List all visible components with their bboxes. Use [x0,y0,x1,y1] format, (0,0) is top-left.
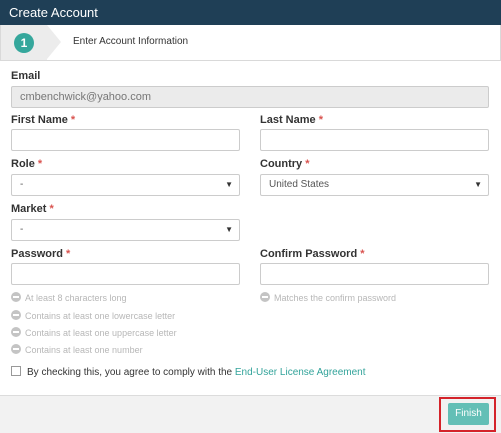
minus-circle-icon [11,292,21,302]
window-title: Create Account [0,0,501,25]
step-label: Enter Account Information [73,36,189,47]
eula-link[interactable]: End-User License Agreement [235,367,366,378]
finish-button[interactable]: Finish [448,403,489,425]
first-name-label: First Name * [11,114,76,126]
chevron-down-icon: ▼ [225,225,233,234]
eula-checkbox[interactable] [11,366,21,376]
market-select[interactable]: - ▼ [11,219,240,241]
country-selected-value: United States [269,179,330,190]
last-name-label: Last Name * [260,114,323,126]
step-indicator: 1 Enter Account Information [0,25,501,61]
country-select[interactable]: United States ▼ [260,174,489,196]
password-rule-lowercase: Contains at least one lowercase letter [11,310,175,321]
role-select[interactable]: - ▼ [11,174,240,196]
confirm-rule-match: Matches the confirm password [260,292,396,303]
password-rule-length: At least 8 characters long [11,292,127,303]
market-label: Market * [11,203,54,215]
password-rule-number: Contains at least one number [11,344,143,355]
chevron-down-icon: ▼ [474,180,482,189]
password-rule-uppercase: Contains at least one uppercase letter [11,327,177,338]
eula-agreement: By checking this, you agree to comply wi… [11,366,366,378]
minus-circle-icon [260,292,270,302]
first-name-input[interactable] [11,129,240,151]
market-selected-value: - [20,224,24,235]
confirm-password-input[interactable] [260,263,489,285]
email-field: cmbenchwick@yahoo.com [11,86,489,108]
minus-circle-icon [11,310,21,320]
email-label: Email [11,70,41,82]
chevron-down-icon: ▼ [225,180,233,189]
last-name-input[interactable] [260,129,489,151]
password-label: Password * [11,248,71,260]
minus-circle-icon [11,344,21,354]
step-number-badge: 1 [14,33,34,53]
role-selected-value: - [20,179,24,190]
minus-circle-icon [11,327,21,337]
eula-text: By checking this, you agree to comply wi… [27,367,235,378]
step-arrow [47,25,61,59]
confirm-password-label: Confirm Password * [260,248,365,260]
form-footer [0,395,501,433]
country-label: Country * [260,158,310,170]
password-input[interactable] [11,263,240,285]
role-label: Role * [11,158,43,170]
